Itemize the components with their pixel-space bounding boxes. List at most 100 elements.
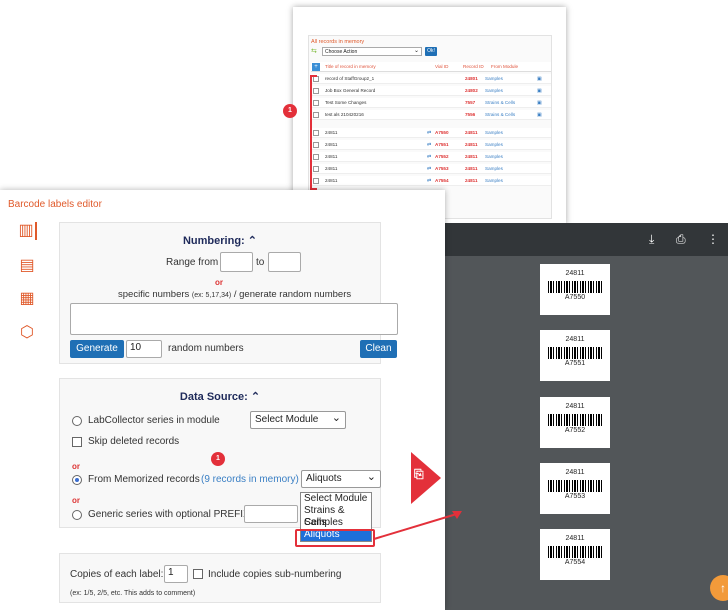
memory-module-select[interactable]: Aliquots [301, 470, 381, 488]
random-numbers-label: random numbers [168, 343, 244, 354]
row-record-id: 24811 [465, 178, 478, 183]
chevron-up-icon[interactable]: ⌃ [248, 235, 257, 247]
download-icon[interactable]: ⤓ [649, 232, 654, 247]
numbering-heading-text: Numbering: [182, 235, 245, 247]
row-module[interactable]: Strains & Cells [485, 98, 515, 108]
barcode-editor: Barcode labels editor ▥ ▤ ▦ ⬡ Numbering:… [0, 190, 445, 610]
barcode-icon [548, 546, 602, 558]
row-module[interactable]: Strains & Cells [485, 110, 515, 120]
more-options-icon[interactable]: ⋮ [707, 232, 719, 246]
row-module[interactable]: Samples [485, 164, 503, 174]
specific-text: specific numbers [118, 289, 190, 300]
choose-action-select[interactable]: Choose Action [322, 47, 422, 56]
vial-icon: ⇄ [427, 178, 432, 184]
pdf-toolbar: ⤓ ⎙ ⋮ [445, 223, 728, 256]
row-vial-id: A7553 [435, 166, 449, 171]
table-row[interactable]: Job Box General Record 24802 Samples ▣ [311, 86, 551, 96]
table-row[interactable]: 24811 ⇄ A7552 24811 Samples [311, 152, 551, 162]
col-title: Title of record in memory [325, 64, 376, 69]
barcode-tool-icon[interactable]: ▥ [17, 222, 37, 240]
generate-button[interactable]: Generate [70, 340, 124, 358]
row-vial-id: A7551 [435, 142, 449, 147]
row-title: record of StaffGroup2_1 [325, 76, 375, 81]
table-row[interactable]: 24811 ⇄ A7554 24811 Samples [311, 176, 551, 186]
table-row[interactable]: 24811 ⇄ A7550 24811 Samples [311, 128, 551, 138]
random-count-input[interactable]: 10 [126, 340, 162, 358]
row-title: 24811 [325, 142, 338, 147]
expand-icon[interactable]: + [312, 63, 320, 71]
document-icon[interactable]: ▣ [537, 98, 542, 108]
radio-memorized-records[interactable] [72, 475, 82, 485]
box-tool-icon[interactable]: ⬡ [17, 324, 37, 342]
row-record-id: 24811 [465, 142, 478, 147]
dropdown-option[interactable]: Select Module [301, 493, 371, 505]
range-to-input[interactable] [268, 252, 301, 272]
include-copies-checkbox[interactable] [193, 569, 203, 579]
module-select[interactable]: Select Module [250, 411, 346, 429]
document-icon[interactable]: ▣ [537, 74, 542, 84]
row-module[interactable]: Samples [485, 86, 503, 96]
barcode-icon [548, 480, 602, 492]
step-badge: 1 [211, 452, 225, 466]
range-from-input[interactable] [220, 252, 253, 272]
pdf-file-icon[interactable]: ⎘ [414, 467, 424, 482]
table-row[interactable]: test als 210420216 7556 Strains & Cells … [311, 110, 551, 120]
row-module[interactable]: Samples [485, 74, 503, 84]
table-row[interactable]: Test Some Changes 7557 Strains & Cells ▣ [311, 98, 551, 108]
row-record-id: 7557 [465, 100, 476, 105]
ok-button[interactable]: Ok! [425, 47, 437, 56]
scroll-top-icon[interactable]: ↑ [710, 575, 728, 601]
row-record-id: 24802 [465, 88, 478, 93]
label-number: 24811 [565, 403, 585, 410]
row-title: 24811 [325, 178, 338, 183]
prefix-input[interactable] [244, 505, 298, 523]
document-icon[interactable]: ▣ [537, 86, 542, 96]
row-module[interactable]: Samples [485, 176, 503, 186]
row-title: Job Box General Record [325, 88, 376, 93]
generate-random-text: / generate random numbers [233, 289, 352, 300]
numbering-panel: Numbering: ⌃ Range from to or specific n… [59, 222, 398, 364]
label-code: A7550 [564, 294, 586, 301]
editor-title: Barcode labels editor [8, 199, 102, 210]
highlight-bracket [310, 75, 317, 190]
skip-deleted-checkbox[interactable] [72, 437, 82, 447]
barcode-label: 24811 A7552 [540, 397, 610, 448]
table-row[interactable]: 24811 ⇄ A7551 24811 Samples [311, 140, 551, 150]
document-icon[interactable]: ▣ [537, 110, 542, 120]
row-title: 24811 [325, 166, 338, 171]
generic-series-label: Generic series with optional PREFIX [88, 509, 250, 520]
numbering-heading[interactable]: Numbering: ⌃ [60, 234, 380, 247]
vial-icon: ⇄ [427, 154, 432, 160]
label-tool-icon[interactable]: ▤ [17, 257, 37, 275]
dropdown-option[interactable]: Strains & Cells [301, 505, 371, 528]
row-record-id: 24811 [465, 154, 478, 159]
records-in-memory-link[interactable]: (9 records in memory) [201, 474, 299, 485]
calendar-tool-icon[interactable]: ▦ [17, 290, 37, 308]
data-source-heading[interactable]: Data Source: ⌃ [60, 390, 380, 403]
col-record: Record ID [463, 64, 484, 69]
copies-panel: Copies of each label: 1 Include copies s… [59, 553, 381, 603]
row-module[interactable]: Samples [485, 128, 503, 138]
label-code: A7552 [564, 427, 586, 434]
print-icon[interactable]: ⎙ [676, 232, 686, 247]
or-label: or [215, 278, 223, 287]
step-badge: 1 [283, 104, 297, 118]
row-title: 24811 [325, 130, 338, 135]
col-vial: Vial ID [435, 64, 449, 69]
skip-deleted-label: Skip deleted records [88, 436, 180, 447]
dropdown-option[interactable]: Samples [301, 517, 371, 529]
table-row[interactable]: record of StaffGroup2_1 24801 Samples ▣ [311, 74, 551, 84]
include-copies-label: Include copies sub-numbering [208, 569, 342, 580]
pdf-viewer: ⤓ ⎙ ⋮ 24811 A7550 24811 A7551 24811 A755… [445, 223, 728, 610]
clean-button[interactable]: Clean [360, 340, 397, 358]
copies-hint: (ex: 1/5, 2/5, etc. This adds to comment… [70, 590, 196, 597]
specific-numbers-textarea[interactable] [70, 303, 398, 335]
row-module[interactable]: Samples [485, 152, 503, 162]
copies-input[interactable]: 1 [164, 565, 188, 583]
chevron-up-icon[interactable]: ⌃ [251, 391, 260, 403]
table-row[interactable]: 24811 ⇄ A7553 24811 Samples [311, 164, 551, 174]
row-title: test als 210420216 [325, 112, 364, 117]
row-module[interactable]: Samples [485, 140, 503, 150]
radio-labcollector-series[interactable] [72, 416, 82, 426]
radio-generic-series[interactable] [72, 510, 82, 520]
